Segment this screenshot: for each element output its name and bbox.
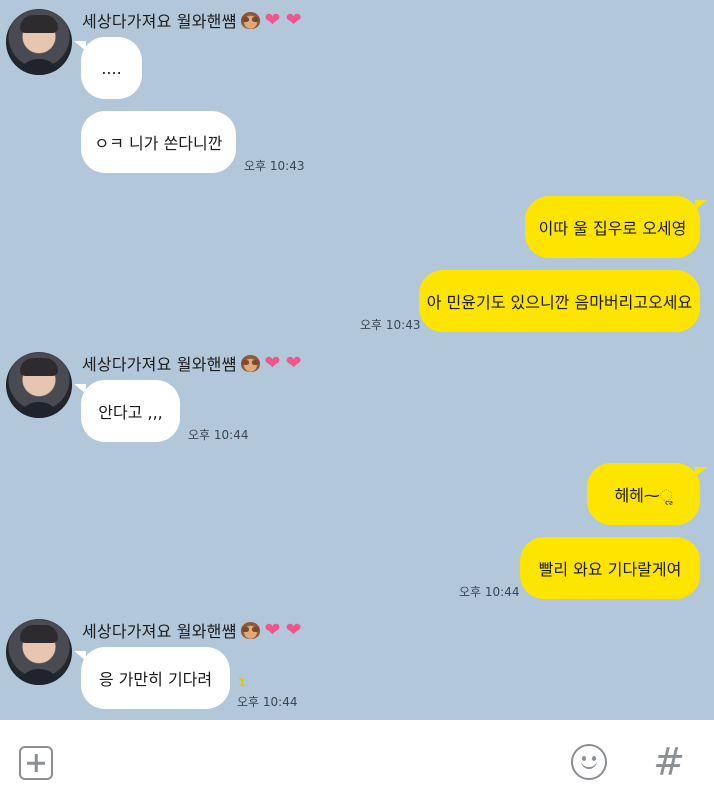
message-time: 오후 10:44 — [459, 585, 520, 599]
chat-area: 세상다가져요 월와핸썜 ❤ ❤ .... ㅇㅋ 니가 쏜다니깐 오후 10:43… — [0, 0, 714, 720]
input-bar[interactable] — [0, 720, 714, 789]
message-bubble-out[interactable]: 이따 울 집우로 오세영 — [525, 196, 707, 258]
sender-name-text: 세상다가져요 월와핸썜 — [82, 12, 237, 31]
sender-name: 세상다가져요 월와핸썜 ❤ ❤ — [82, 618, 302, 641]
message-time: 오후 10:44 — [188, 428, 249, 442]
message-bubble-in[interactable]: 안다고 ,,, — [74, 380, 180, 442]
sender-name: 세상다가져요 월와핸썜 ❤ ❤ — [82, 8, 302, 31]
message-text: 응 가만히 기다려 — [98, 670, 213, 689]
unread-count: 1 — [238, 676, 246, 689]
message-text: 안다고 ,,, — [98, 403, 163, 422]
message-bubble-out[interactable]: 빨리 와요 기다랄게여 — [520, 537, 700, 599]
message-text: 빨리 와요 기다랄게여 — [538, 560, 682, 579]
message-text: ㅇㅋ 니가 쏜다니깐 — [94, 134, 223, 153]
heart-icon: ❤ — [285, 351, 302, 374]
message-time: 오후 10:43 — [244, 159, 305, 173]
sender-avatar[interactable] — [6, 9, 72, 75]
message-time: 오후 10:44 — [237, 695, 298, 709]
message-time: 오후 10:43 — [360, 318, 421, 332]
message-bubble-out[interactable]: 헤헤⁓ૢ — [587, 463, 707, 525]
heart-icon: ❤ — [264, 618, 281, 641]
message-text: 이따 울 집우로 오세영 — [538, 219, 687, 238]
message-text: .... — [101, 58, 122, 78]
message-bubble-out[interactable]: 아 민윤기도 있으니깐 음마버리고오세요 — [419, 270, 700, 332]
plus-square-icon[interactable] — [19, 746, 53, 780]
see-no-evil-monkey-icon — [240, 621, 260, 639]
see-no-evil-monkey-icon — [240, 354, 260, 372]
smiley-mouth — [581, 760, 597, 769]
message-bubble-in[interactable]: .... — [74, 37, 142, 99]
sender-avatar[interactable] — [6, 352, 72, 418]
see-no-evil-monkey-icon — [240, 11, 260, 29]
hashtag-button[interactable]: # — [652, 740, 686, 784]
sender-avatar[interactable] — [6, 619, 72, 685]
heart-icon: ❤ — [285, 8, 302, 31]
smiley-icon[interactable] — [571, 744, 607, 780]
sender-name-text: 세상다가져요 월와핸썜 — [82, 622, 237, 641]
heart-icon: ❤ — [264, 8, 281, 31]
message-text: 아 민윤기도 있으니깐 음마버리고오세요 — [426, 293, 693, 312]
sender-name-text: 세상다가져요 월와핸썜 — [82, 355, 237, 374]
message-bubble-in[interactable]: ㅇㅋ 니가 쏜다니깐 — [81, 111, 236, 173]
message-text: 헤헤⁓ૢ — [614, 486, 673, 505]
sender-name: 세상다가져요 월와핸썜 ❤ ❤ — [82, 351, 302, 374]
message-bubble-in[interactable]: 응 가만히 기다려 — [74, 647, 230, 709]
heart-icon: ❤ — [264, 351, 281, 374]
heart-icon: ❤ — [285, 618, 302, 641]
